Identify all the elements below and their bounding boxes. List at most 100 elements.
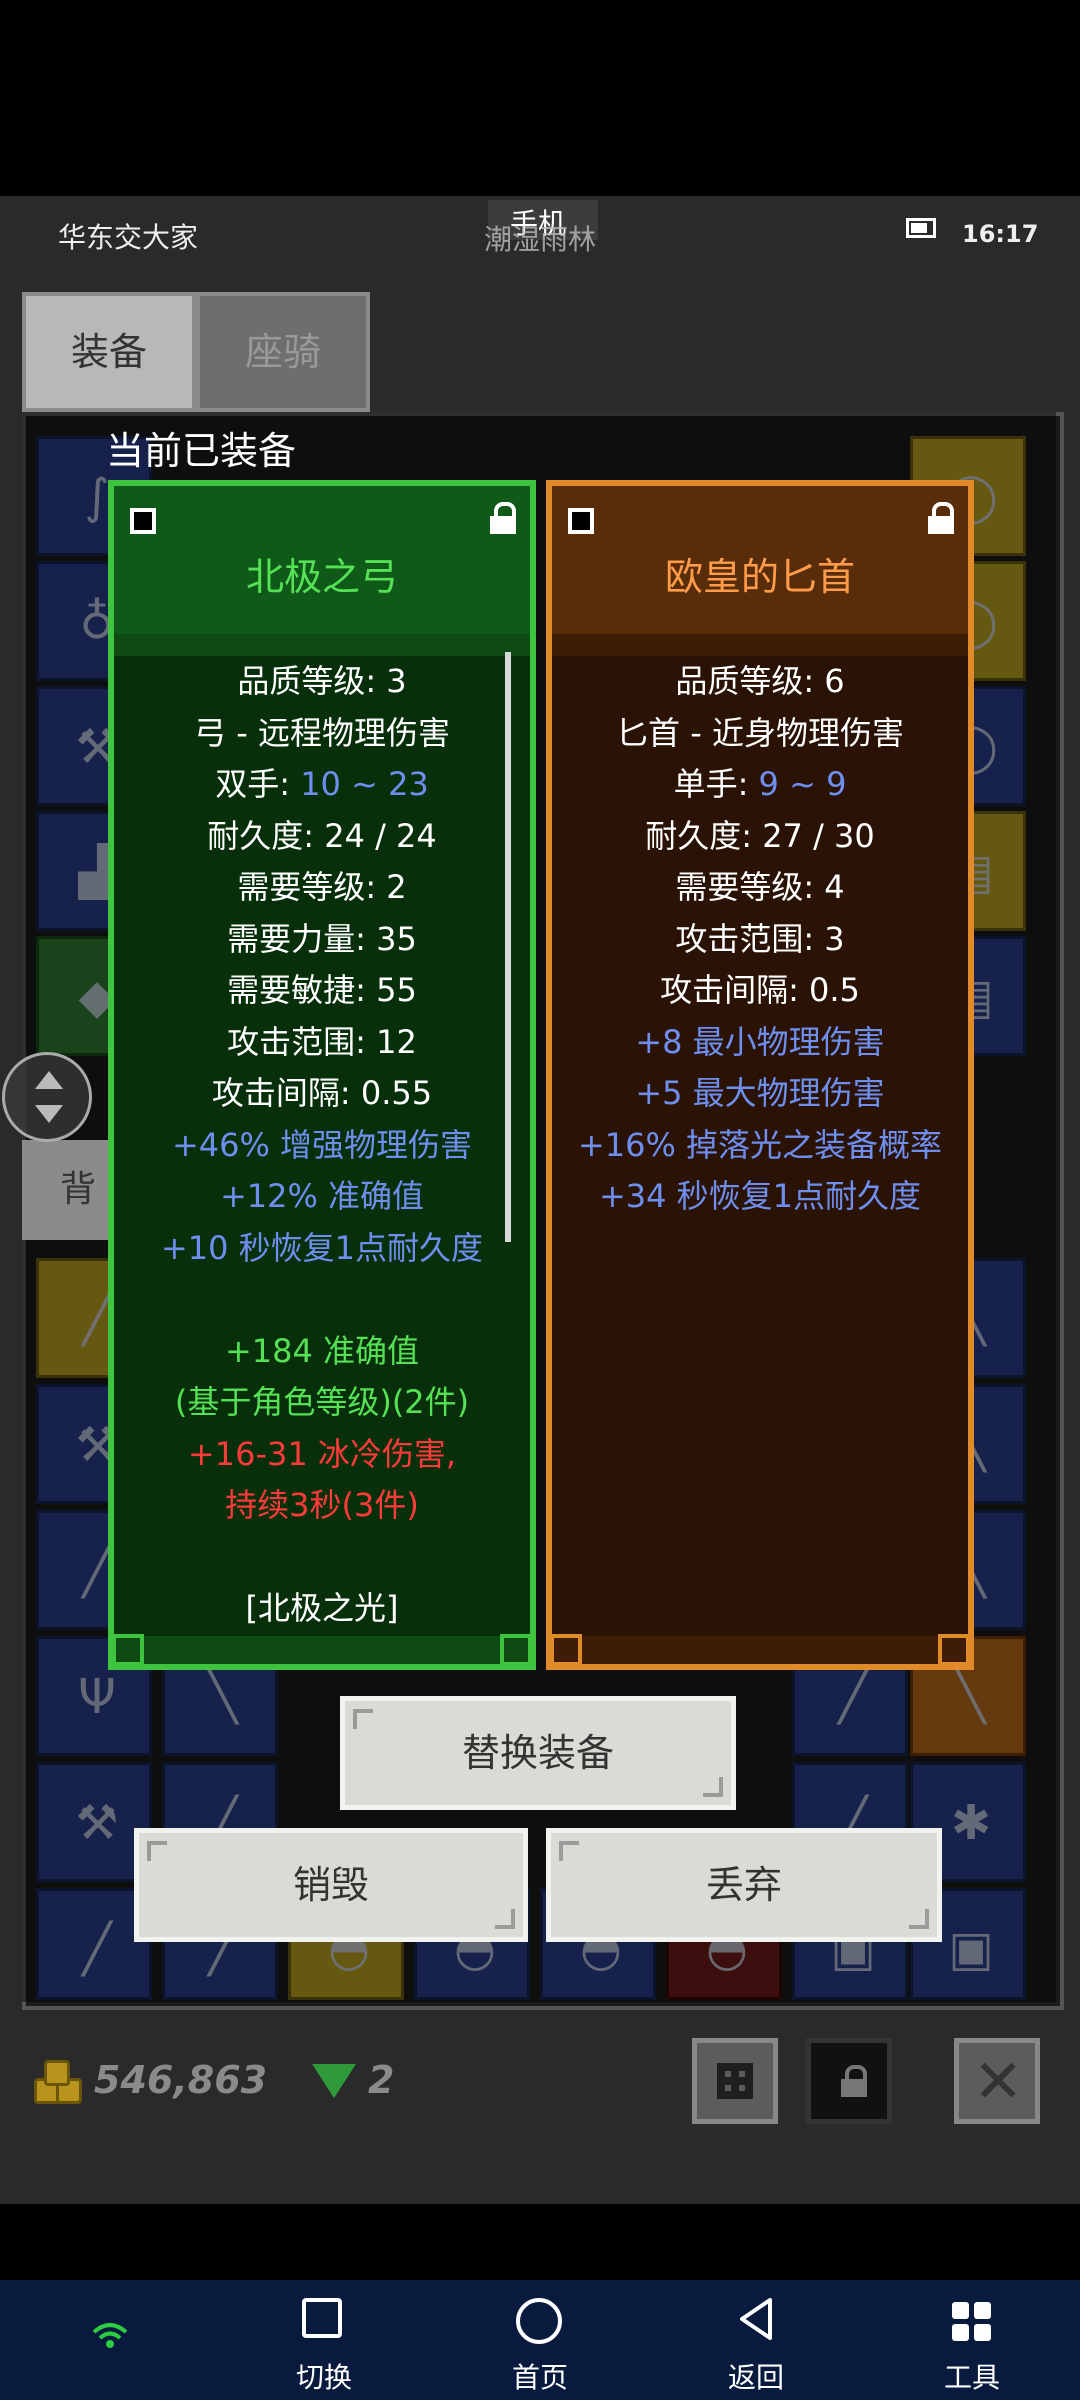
stat-text: 持续3秒(3件) xyxy=(225,1486,419,1524)
nav-tools-label[interactable]: 工具 xyxy=(912,2356,1032,2396)
stat-line: 品质等级: 6 xyxy=(552,656,968,708)
nav-back-label[interactable]: 返回 xyxy=(696,2356,816,2396)
replace-equipment-button[interactable]: 替换装备 xyxy=(340,1696,736,1810)
lock-icon[interactable] xyxy=(928,502,954,534)
stat-text: +12% 准确值 xyxy=(219,1177,425,1215)
stat-text: 耐久度: 27 / 30 xyxy=(645,816,875,855)
stat-line: 弓 - 远程物理伤害 xyxy=(114,708,530,760)
stat-text: (基于角色等级)(2件) xyxy=(174,1383,470,1421)
stat-text: +46% 增强物理伤害 xyxy=(171,1125,473,1164)
stat-line: +5 最大物理伤害 xyxy=(552,1068,968,1120)
stat-text: 攻击范围: 3 xyxy=(675,919,845,958)
slot-marker-icon xyxy=(130,508,156,534)
stat-line: 攻击间隔: 0.55 xyxy=(114,1068,530,1120)
discard-button[interactable]: 丢弃 xyxy=(546,1828,942,1942)
carrier-name: 华东交大家 xyxy=(58,221,199,254)
joystick-toggle[interactable] xyxy=(2,1052,92,1142)
gem-icon xyxy=(312,2064,356,2098)
stat-line: 攻击范围: 3 xyxy=(552,914,968,966)
stat-line: [北极之光] xyxy=(114,1583,530,1635)
item-name: 欧皇的匕首 xyxy=(664,555,855,599)
stat-text: 单手: xyxy=(673,765,759,803)
stat-text: 双手: xyxy=(215,765,301,803)
tab-equipment[interactable]: 装备 xyxy=(22,292,196,412)
stat-text: +184 准确值 xyxy=(224,1331,420,1370)
compare-item-card: 欧皇的匕首 品质等级: 6 匕首 - 近身物理伤害单手: 9 ~ 9 耐久度: 27… xyxy=(546,480,974,1670)
tools-icon[interactable] xyxy=(952,2302,992,2342)
stat-line: 攻击间隔: 0.5 xyxy=(552,965,968,1017)
gold-coins-icon xyxy=(34,2060,82,2104)
lock-icon xyxy=(841,2065,867,2097)
stat-text: +16-31 冰冷伤害, xyxy=(187,1434,457,1473)
stat-line: +16% 掉落光之装备概率 xyxy=(552,1120,968,1172)
item-stats: 品质等级: 3 弓 - 远程物理伤害双手: 10 ~ 23 耐久度: 24 / 24… xyxy=(114,656,530,1636)
stat-text: 攻击间隔: 0.5 xyxy=(660,971,860,1009)
corner-ornament xyxy=(938,1634,970,1666)
stat-text: 需要等级: 2 xyxy=(237,868,407,906)
corner-ornament xyxy=(500,1634,532,1666)
tab-backpack-label: 背 xyxy=(60,1169,97,1210)
location-name: 潮湿雨林 xyxy=(484,223,597,256)
stat-line: 单手: 9 ~ 9 xyxy=(552,759,968,811)
slot-marker-icon xyxy=(568,508,594,534)
tab-backpack[interactable]: 背 xyxy=(22,1140,112,1240)
stat-text: 品质等级: 3 xyxy=(237,662,407,700)
stat-line: (基于角色等级)(2件) xyxy=(114,1377,530,1429)
modal-heading: 当前已装备 xyxy=(106,429,297,473)
stat-text: +16% 掉落光之装备概率 xyxy=(577,1125,943,1164)
close-icon: ✕ xyxy=(973,2047,1024,2117)
stat-text: 需要力量: 35 xyxy=(227,919,417,958)
stat-line: +12% 准确值 xyxy=(114,1171,530,1223)
wifi-icon xyxy=(90,2320,130,2350)
stat-text: 需要敏捷: 55 xyxy=(227,971,417,1009)
destroy-button[interactable]: 销毁 xyxy=(134,1828,528,1942)
close-button[interactable]: ✕ xyxy=(954,2038,1040,2124)
back-icon[interactable] xyxy=(736,2296,776,2346)
stat-text: +5 最大物理伤害 xyxy=(635,1074,885,1112)
stat-text: 攻击范围: 12 xyxy=(227,1022,417,1061)
stat-line: +8 最小物理伤害 xyxy=(552,1017,968,1069)
stat-line: 需要力量: 35 xyxy=(114,914,530,966)
arrow-down-icon xyxy=(35,1105,63,1123)
stat-line: +34 秒恢复1点耐久度 xyxy=(552,1171,968,1223)
tab-mount[interactable]: 座骑 xyxy=(196,292,370,412)
switch-icon[interactable] xyxy=(302,2298,342,2338)
home-icon[interactable] xyxy=(516,2298,562,2344)
stat-text: 匕首 - 近身物理伤害 xyxy=(616,713,904,752)
stat-line: +16-31 冰冷伤害, xyxy=(114,1429,530,1481)
stat-text: 需要等级: 4 xyxy=(675,868,845,906)
stat-value: 10 ~ 23 xyxy=(300,765,429,803)
stat-line: 耐久度: 24 / 24 xyxy=(114,811,530,863)
stat-line: 需要等级: 4 xyxy=(552,862,968,914)
clock: 16:17 xyxy=(962,220,1039,248)
stat-line: +46% 增强物理伤害 xyxy=(114,1120,530,1172)
card-header: 欧皇的匕首 xyxy=(552,486,968,634)
battery-icon xyxy=(906,218,936,238)
nav-home-label[interactable]: 首页 xyxy=(480,2356,600,2396)
stat-line: 匕首 - 近身物理伤害 xyxy=(552,708,968,760)
stat-line: 需要敏捷: 55 xyxy=(114,965,530,1017)
stat-text: +34 秒恢复1点耐久度 xyxy=(598,1177,922,1215)
stat-line xyxy=(114,1532,530,1584)
stat-text: +8 最小物理伤害 xyxy=(635,1022,885,1061)
corner-ornament xyxy=(550,1634,582,1666)
stat-value: 9 ~ 9 xyxy=(758,765,847,803)
lock-toggle-button[interactable] xyxy=(806,2038,892,2124)
gem-amount: 2 xyxy=(368,2058,395,2102)
stat-text: [北极之光] xyxy=(245,1589,399,1627)
stat-line: 持续3秒(3件) xyxy=(114,1480,530,1532)
stat-text: 攻击间隔: 0.55 xyxy=(211,1074,433,1112)
item-stats: 品质等级: 6 匕首 - 近身物理伤害单手: 9 ~ 9 耐久度: 27 / 30 需… xyxy=(552,656,968,1636)
top-black-band xyxy=(0,0,1080,196)
grid-icon xyxy=(717,2063,753,2099)
equipped-item-card: 北极之弓 品质等级: 3 弓 - 远程物理伤害 双手: 10 ~ 23 耐久度: 24… xyxy=(108,480,536,1670)
corner-ornament xyxy=(112,1634,144,1666)
stat-line: +184 准确值 xyxy=(114,1326,530,1378)
lock-icon[interactable] xyxy=(490,502,516,534)
stat-text: 耐久度: 24 / 24 xyxy=(207,816,437,855)
stat-line: +10 秒恢复1点耐久度 xyxy=(114,1223,530,1275)
grid-view-button[interactable] xyxy=(692,2038,778,2124)
nav-switch-label[interactable]: 切换 xyxy=(264,2356,384,2396)
arrow-up-icon xyxy=(35,1071,63,1089)
stats-scrollbar[interactable] xyxy=(505,652,511,1242)
